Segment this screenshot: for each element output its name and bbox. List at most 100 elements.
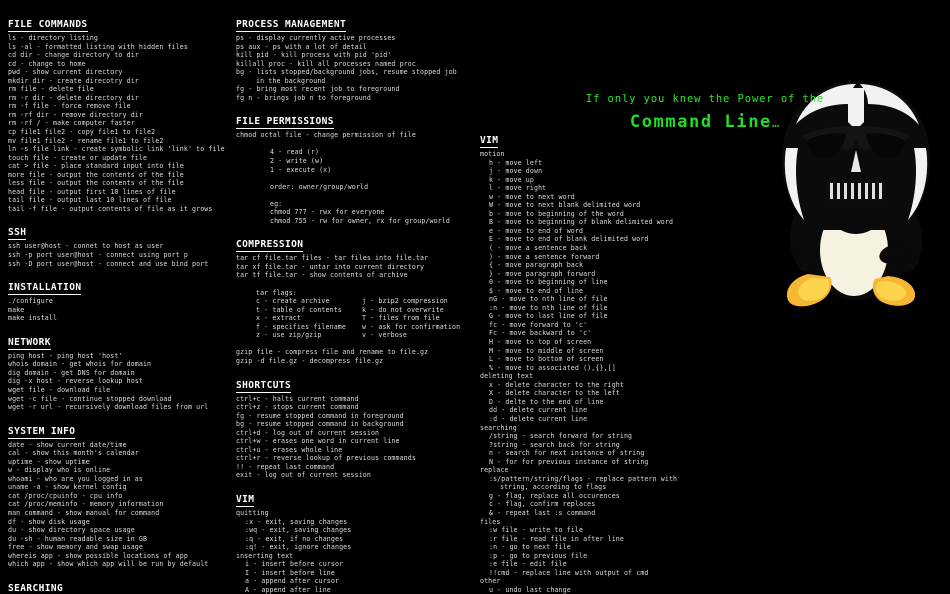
cheatsheet-line: mkdir dir - create direcotry dir — [8, 76, 139, 85]
cheatsheet-page: FILE COMMANDS ls - directory listing ls -a… — [0, 0, 950, 594]
section-shortcuts: SHORTCUTS ctrl+c - halts current command c… — [236, 373, 480, 480]
section-heading-file-permissions: FILE PERMISSIONS — [236, 116, 334, 130]
cheatsheet-line: w - move to next word — [489, 192, 575, 201]
section-body-installation: ./configure make make install — [8, 297, 236, 323]
section-heading-file-commands: FILE COMMANDS — [8, 19, 88, 32]
cheatsheet-line: :s/pattern/string/flags - replace patter… — [489, 474, 678, 483]
section-body-compression: tar cf file.tar files - tar files into f… — [236, 254, 480, 365]
cheatsheet-line: b - move to beginning of the word — [489, 209, 624, 218]
cheatsheet-line: free - show memory and swap usage — [8, 543, 143, 552]
cheatsheet-line: ping host - ping host 'host' — [8, 351, 123, 360]
title-command-line: Command Line… — [560, 111, 850, 134]
section-file-commands: FILE COMMANDS ls - directory listing ls -a… — [8, 12, 236, 213]
cheatsheet-line: fg - resume stopped command in foregroun… — [236, 411, 404, 420]
cheatsheet-line: :x - exit, saving changes — [245, 517, 348, 526]
cheatsheet-line: chmod octal file - change permission of … — [236, 131, 416, 140]
cheatsheet-line: g - flag, replace all occurences — [489, 491, 620, 500]
cheatsheet-line: make — [8, 305, 25, 314]
cheatsheet-line: cd dir - change directory to dir — [8, 51, 139, 60]
cheatsheet-line: string, according to flags — [500, 483, 607, 492]
cheatsheet-line: exit - log out of current session — [236, 471, 371, 480]
cheatsheet-line: ctrl+z - stops current command — [236, 403, 359, 412]
column-left: FILE COMMANDS ls - directory listing ls -a… — [8, 12, 236, 594]
cheatsheet-line: L - move to bottom of screen — [489, 355, 604, 364]
cheatsheet-line: rm -r dir - delete directory dir — [8, 93, 139, 102]
cheatsheet-line: W - move to next blank delimited word — [489, 201, 641, 210]
vader-mouth-grille — [826, 180, 886, 202]
section-body-system-info: date - show current date/time cal - show … — [8, 441, 236, 569]
section-system-info: SYSTEM INFO date - show current date/time… — [8, 419, 236, 569]
cheatsheet-line: ctrl+d - log out of current session — [236, 428, 380, 437]
cheatsheet-line: ps aux - ps with a lot of detail — [236, 42, 367, 51]
cheatsheet-line: 4 - read (r) — [270, 148, 320, 157]
cheatsheet-line: M - move to middle of screen — [489, 346, 604, 355]
section-body-process-management: ps - display currently active processes p… — [236, 34, 480, 102]
cheatsheet-line: cal - show this month's calendar — [8, 449, 139, 458]
cheatsheet-line: h - move left — [489, 158, 543, 167]
cheatsheet-line: uname -a - show kernel config — [8, 483, 127, 492]
cheatsheet-line: ?string - search back for string — [489, 440, 620, 449]
cheatsheet-line: ./configure — [8, 297, 53, 306]
cheatsheet-line: t - table of contents — [256, 305, 342, 314]
cheatsheet-line: !! - repeat last command — [236, 462, 335, 471]
title-ellipsis: … — [771, 116, 781, 130]
section-compression: COMPRESSION tar cf file.tar files - tar f… — [236, 232, 480, 365]
section-searching: SEARCHINGgrep pattern files - search for… — [8, 576, 236, 594]
section-body-shortcuts: ctrl+c - halts current command ctrl+z - s… — [236, 395, 480, 480]
cheatsheet-line: less file - output the contents of the f… — [8, 179, 184, 188]
cheatsheet-line: n - search for next instance of string — [489, 449, 645, 458]
cheatsheet-line: k - do not overwrite — [362, 305, 444, 314]
poster-title: If only you knew the Power of the Comman… — [560, 92, 850, 134]
cheatsheet-line: :n - go to next file — [489, 543, 571, 552]
cheatsheet-line: wget -r url - recursively download files… — [8, 403, 209, 412]
section-process-management: PROCESS MANAGEMENT ps - display currently… — [236, 12, 480, 102]
cheatsheet-line: :n - move to nth line of file — [489, 303, 608, 312]
section-heading-vim-right: VIM — [480, 135, 499, 148]
section-heading-process-management: PROCESS MANAGEMENT — [236, 19, 347, 32]
cheatsheet-line: uptime - show uptime — [8, 457, 90, 466]
cheatsheet-line: E - move to end of blank delimited word — [489, 235, 649, 244]
cheatsheet-line: w - display who is online — [8, 466, 111, 475]
cheatsheet-line: whois domain - get whois for domain — [8, 360, 152, 369]
cheatsheet-line: H - move to top of screen — [489, 338, 592, 347]
cheatsheet-line: rm -rf / - make computer faster — [8, 119, 135, 128]
cheatsheet-line: cp file1 file2 - copy file1 to file2 — [8, 128, 156, 137]
cheatsheet-line: gzip file - compress file and rename to … — [236, 348, 429, 357]
cheatsheet-line: ( - move a sentence back — [489, 244, 588, 253]
cheatsheet-line: in the background — [256, 76, 326, 85]
cheatsheet-line: :w file - write to file — [489, 526, 584, 535]
cheatsheet-line: ) - move a sentence forward — [489, 252, 600, 261]
section-body-network: ping host - ping host 'host' whois domain… — [8, 352, 236, 412]
cheatsheet-line: nG - move to nth line of file — [489, 295, 608, 304]
cheatsheet-line: B - move to beginning of blank delimited… — [489, 218, 674, 227]
cheatsheet-line: T - files from file — [362, 314, 440, 323]
cheatsheet-line: tail file - output last 10 lines of file — [8, 196, 172, 205]
cheatsheet-line: ln -s file link - create symbolic link '… — [8, 145, 225, 154]
cheatsheet-line: wget file - download file — [8, 385, 111, 394]
cheatsheet-line: 1 - execute (x) — [270, 165, 332, 174]
cheatsheet-line: files — [480, 517, 501, 526]
cheatsheet-line: w - ask for confirmation — [362, 322, 461, 331]
tar-flags-column-right: j - bzip2 compression k - do not overwrit… — [362, 297, 480, 340]
cheatsheet-line: v - verbose — [362, 331, 407, 340]
cheatsheet-line: u - undo last change — [489, 585, 571, 594]
cheatsheet-line: fc - move forward to 'c' — [489, 320, 588, 329]
cheatsheet-line: ps - display currently active processes — [236, 34, 396, 42]
tar-flags-column-left: c - create archive t - table of contents x… — [256, 297, 362, 340]
cheatsheet-line: tail -f file - output contents of file a… — [8, 204, 213, 213]
cheatsheet-line: mv file1 file2 - rename file1 to file2 — [8, 136, 164, 145]
section-heading-ssh: SSH — [8, 227, 27, 241]
cheatsheet-line: j - bzip2 compression — [362, 297, 448, 306]
cheatsheet-line: more file - output the contents of the f… — [8, 170, 184, 179]
cheatsheet-line: ssh user@host - connet to host as user — [8, 242, 164, 251]
cheatsheet-line: ctrl+c - halts current command — [236, 394, 359, 403]
cheatsheet-line: date - show current date/time — [8, 440, 127, 449]
section-heading-searching: SEARCHING — [8, 582, 64, 594]
cheatsheet-line: rm -f file - force remove file — [8, 102, 131, 111]
title-main-text: Command Line — [629, 112, 772, 132]
cheatsheet-line: X - delete character to the left — [489, 389, 620, 398]
cheatsheet-line: tar xf file.tar - untar into current dir… — [236, 262, 425, 271]
